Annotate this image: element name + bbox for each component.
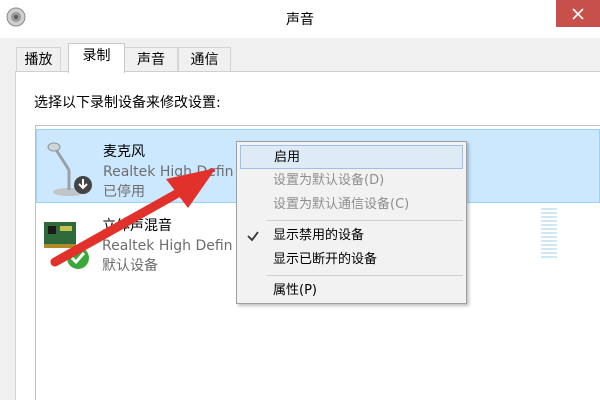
menu-item-properties[interactable]: 属性(P) bbox=[240, 279, 463, 303]
menu-item-set-default[interactable]: 设置为默认设备(D) bbox=[240, 169, 463, 193]
menu-item-show-disabled[interactable]: 显示禁用的设备 bbox=[240, 224, 463, 248]
menu-item-show-disconnected[interactable]: 显示已断开的设备 bbox=[240, 248, 463, 272]
menu-item-set-default-comm[interactable]: 设置为默认通信设备(C) bbox=[240, 193, 463, 217]
menu-item-enable[interactable]: 启用 bbox=[240, 145, 463, 169]
context-menu: 启用 设置为默认设备(D) 设置为默认通信设备(C) 显示禁用的设备 显示已断开… bbox=[236, 141, 467, 304]
checkmark-icon bbox=[247, 231, 259, 242]
menu-separator bbox=[267, 275, 463, 276]
menu-separator bbox=[267, 220, 463, 221]
